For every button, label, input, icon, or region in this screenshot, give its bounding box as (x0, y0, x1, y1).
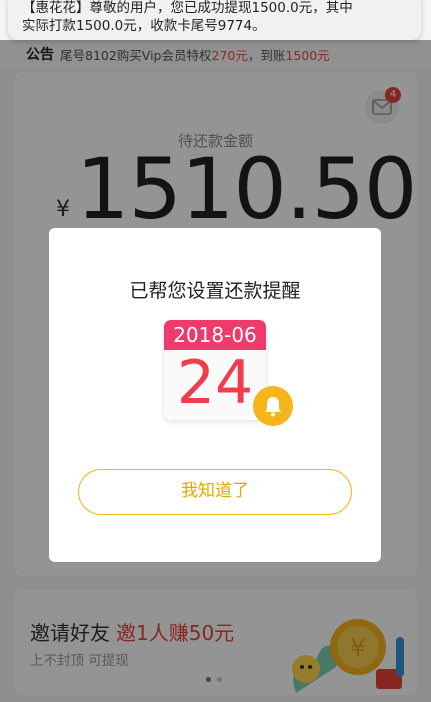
notification-line-2: 实际打款1500.0元，收款卡尾号9774。 (22, 18, 266, 34)
calendar-month: 2018-06 (164, 320, 266, 350)
reminder-dialog: 已帮您设置还款提醒 2018-06 24 我知道了 (49, 228, 381, 562)
bell-icon (265, 397, 281, 417)
calendar-icon: 2018-06 24 (164, 320, 266, 420)
calendar-day: 24 (176, 348, 254, 418)
bell-badge (253, 386, 293, 426)
notification-line-1: 【惠花花】尊敬的用户，您已成功提现1500.0元，其中 (22, 0, 353, 16)
confirm-button[interactable]: 我知道了 (78, 469, 352, 515)
push-notification[interactable]: 【惠花花】尊敬的用户，您已成功提现1500.0元，其中 实际打款1500.0元，… (8, 0, 421, 40)
dialog-title: 已帮您设置还款提醒 (129, 280, 301, 302)
